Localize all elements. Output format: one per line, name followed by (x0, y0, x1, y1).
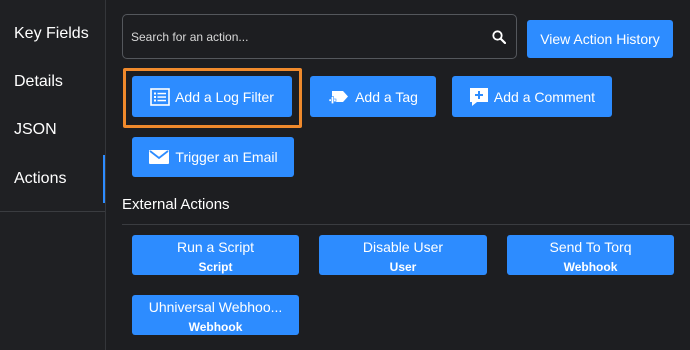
button-label: Add a Comment (493, 88, 596, 105)
envelope-icon (149, 150, 170, 164)
add-comment-button[interactable]: Add a Comment (452, 76, 612, 117)
external-action-universal-webhook[interactable]: Uhniversal Webhoo... Webhook (132, 295, 299, 335)
action-name: Send To Torq (549, 239, 632, 255)
view-action-history-button[interactable]: View Action History (527, 20, 673, 58)
add-log-filter-button[interactable]: Add a Log Filter (132, 76, 292, 117)
list-icon (150, 87, 170, 106)
external-action-run-script[interactable]: Run a Script Script (132, 235, 299, 275)
sidebar: Key Fields Details JSON Actions (0, 0, 106, 350)
section-divider (122, 224, 690, 225)
add-tag-button[interactable]: Add a Tag (310, 76, 436, 117)
sidebar-item-details[interactable]: Details (0, 58, 105, 106)
button-label: Add a Log Filter (175, 88, 274, 105)
sidebar-item-label: Key Fields (14, 25, 89, 42)
search-icon[interactable] (492, 30, 507, 45)
action-name: Uhniversal Webhoo... (148, 299, 283, 315)
comment-plus-icon (469, 87, 488, 106)
sidebar-item-key-fields[interactable]: Key Fields (0, 10, 105, 58)
sidebar-item-json[interactable]: JSON (0, 106, 105, 154)
action-type: User (389, 260, 417, 274)
external-action-disable-user[interactable]: Disable User User (319, 235, 487, 275)
external-actions-title: External Actions (122, 196, 230, 213)
action-name: Run a Script (176, 239, 255, 255)
action-type: Webhook (188, 320, 243, 334)
external-action-send-to-torq[interactable]: Send To Torq Webhook (507, 235, 674, 275)
search-input[interactable] (131, 27, 471, 47)
actions-panel: View Action History Add a Log Filter Add… (106, 0, 690, 350)
sidebar-divider (0, 211, 105, 212)
button-label: View Action History (540, 31, 660, 47)
button-label: Add a Tag (355, 88, 418, 105)
button-label: Trigger an Email (175, 149, 278, 165)
sidebar-item-actions[interactable]: Actions (0, 155, 105, 203)
action-type: Script (198, 260, 233, 274)
sidebar-item-label: Details (14, 73, 63, 90)
tag-plus-icon (328, 90, 349, 104)
sidebar-item-label: Actions (14, 170, 67, 187)
sidebar-item-label: JSON (14, 121, 57, 138)
action-name: Disable User (362, 239, 444, 255)
search-box (122, 14, 517, 59)
action-type: Webhook (563, 260, 618, 274)
trigger-email-button[interactable]: Trigger an Email (132, 137, 294, 177)
